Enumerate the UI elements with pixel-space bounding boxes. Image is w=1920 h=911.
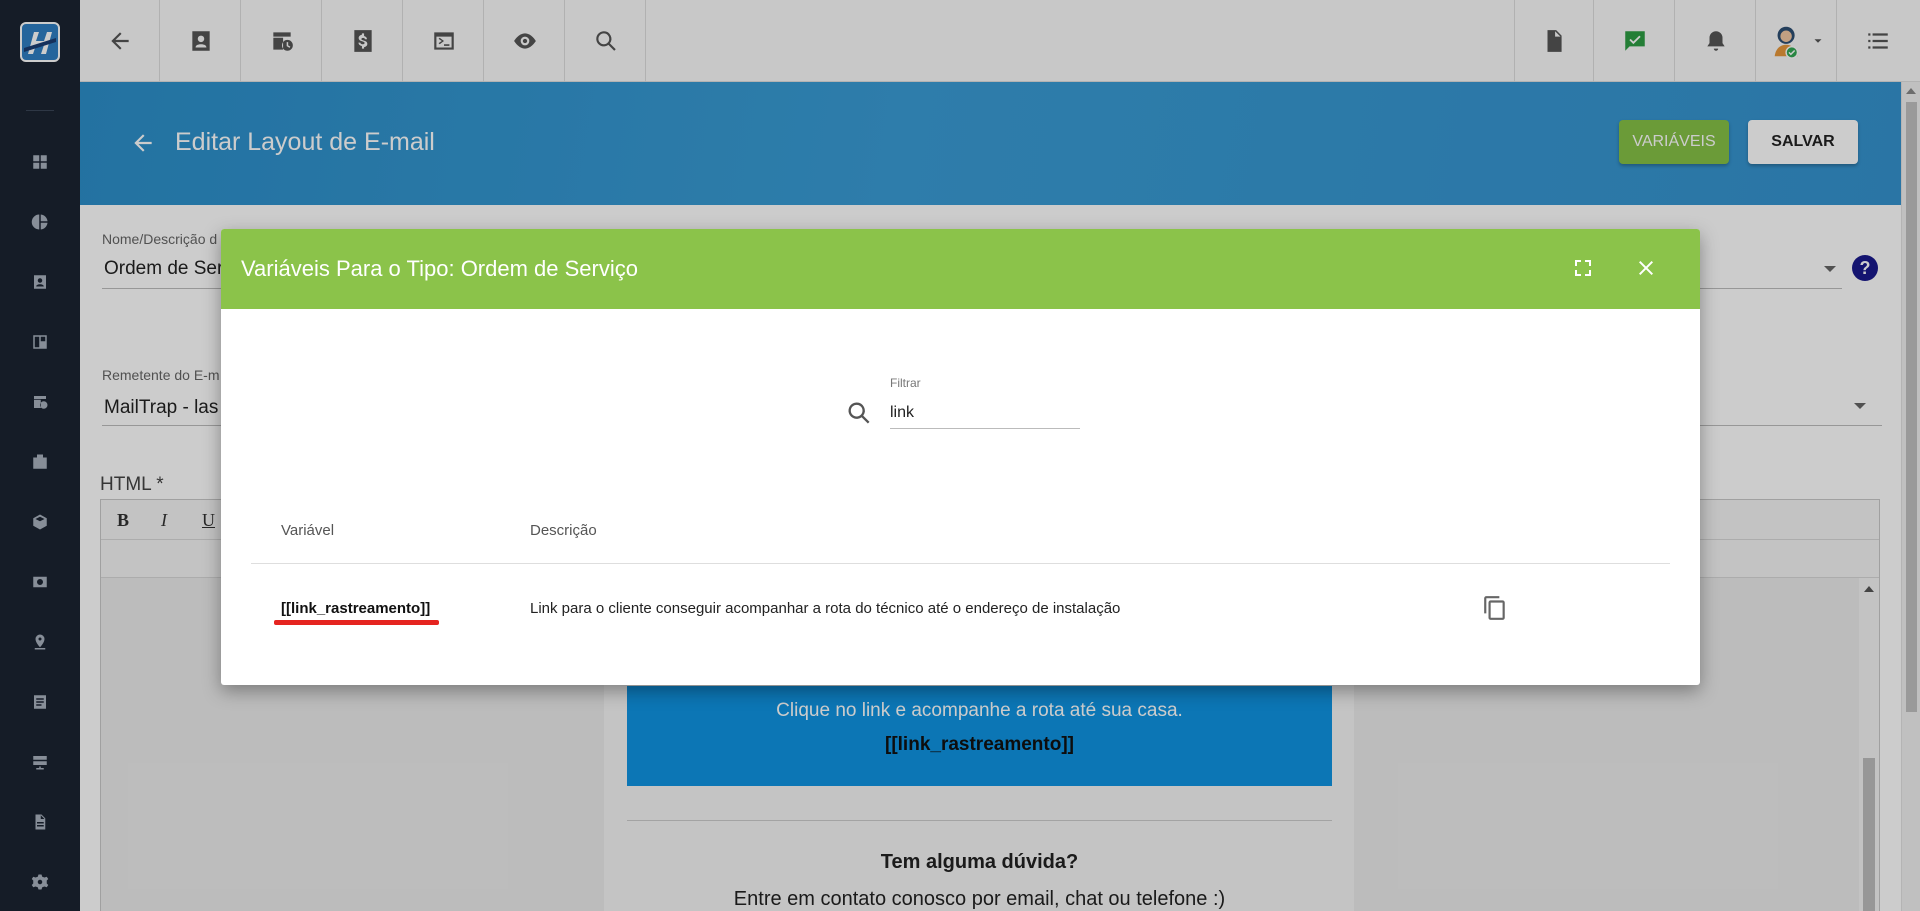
highlight-underline bbox=[274, 620, 439, 625]
table-header-divider bbox=[251, 563, 1670, 564]
column-header-description: Descrição bbox=[530, 522, 597, 539]
filter-input[interactable] bbox=[890, 397, 1080, 429]
close-icon[interactable] bbox=[1634, 256, 1658, 280]
filter-search-icon bbox=[845, 399, 873, 427]
variables-dialog: Variáveis Para o Tipo: Ordem de Serviço … bbox=[221, 229, 1700, 685]
dialog-header: Variáveis Para o Tipo: Ordem de Serviço bbox=[221, 229, 1700, 309]
dialog-title: Variáveis Para o Tipo: Ordem de Serviço bbox=[241, 256, 638, 281]
variable-description: Link para o cliente conseguir acompanhar… bbox=[530, 600, 1121, 617]
variable-name: [[link_rastreamento]] bbox=[281, 600, 431, 617]
fullscreen-icon[interactable] bbox=[1571, 256, 1595, 280]
filter-label: Filtrar bbox=[890, 376, 921, 390]
copy-icon[interactable] bbox=[1482, 595, 1508, 621]
column-header-variable: Variável bbox=[281, 522, 335, 539]
